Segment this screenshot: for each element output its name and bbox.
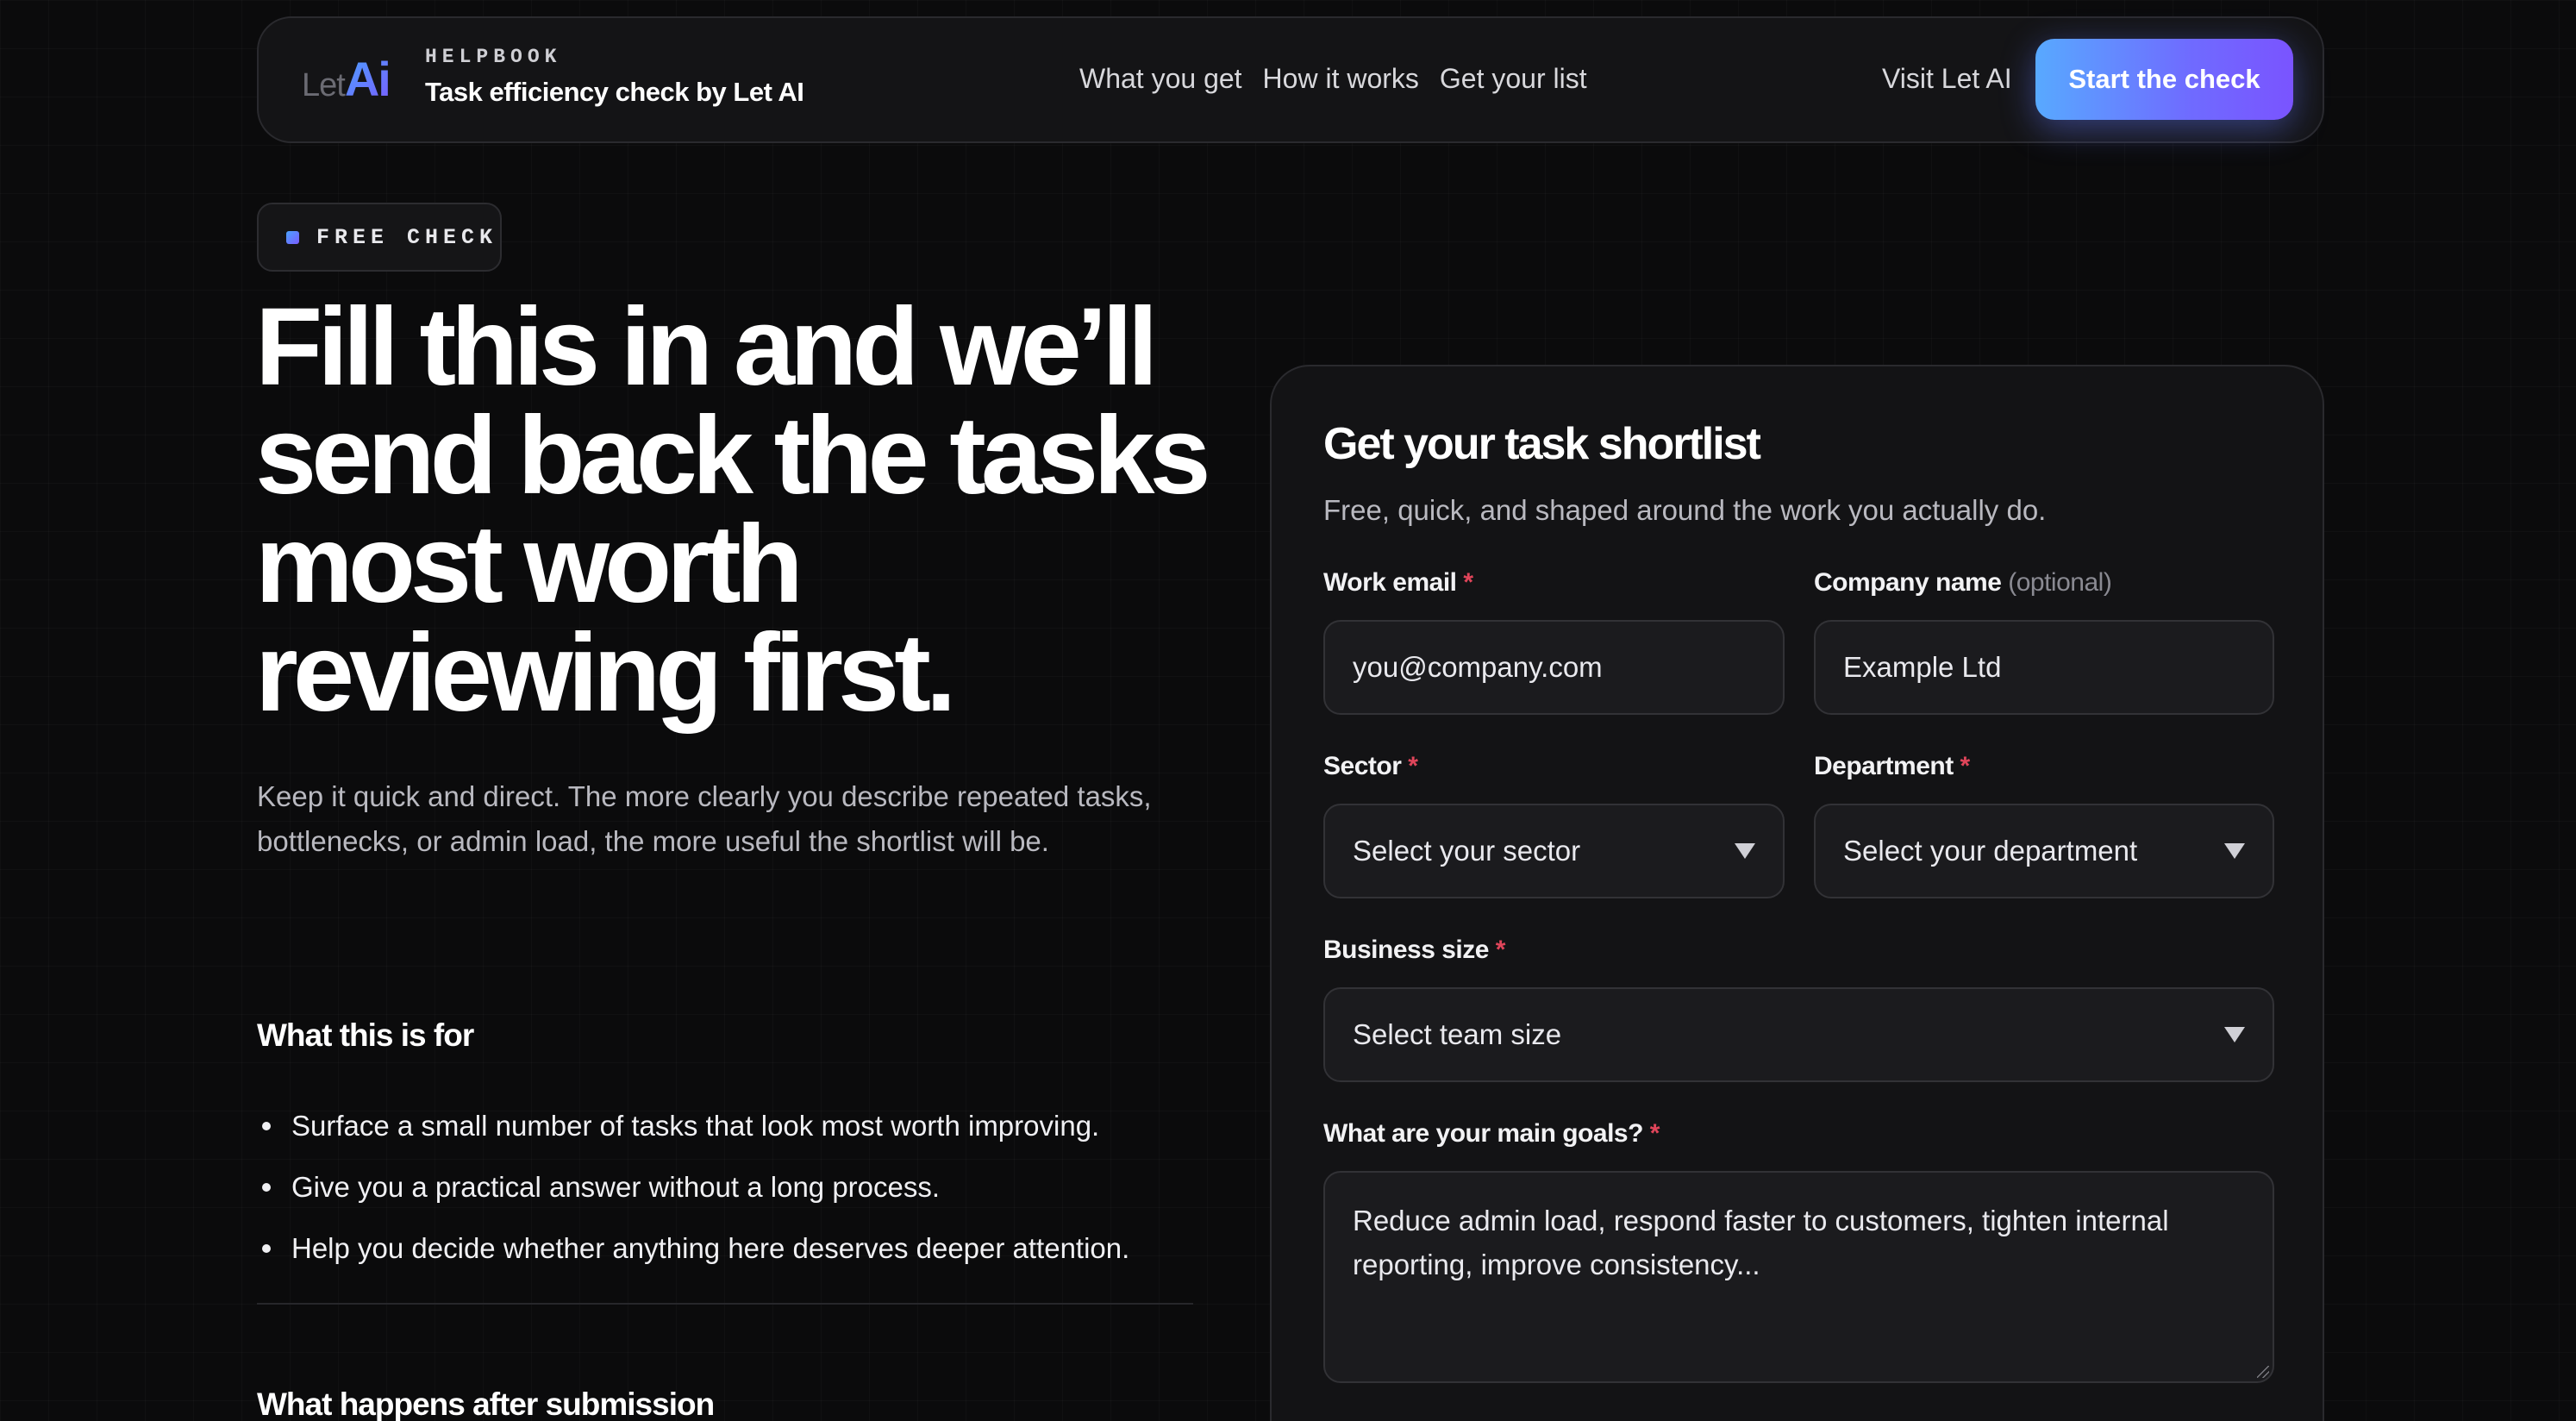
work-email-label: Work email *	[1323, 568, 1473, 598]
hero-subtitle: Keep it quick and direct. The more clear…	[257, 780, 1152, 857]
bullet-text: Help you decide whether anything here de…	[291, 1232, 1130, 1264]
shortlist-form-card: Get your task shortlist Free, quick, and…	[1270, 365, 2324, 1421]
company-name-label-text: Company name	[1814, 568, 2002, 597]
bullet-text: Surface a small number of tasks that loo…	[291, 1110, 1100, 1142]
main-goals-label: What are your main goals? *	[1323, 1119, 1660, 1149]
hero-title: Fill this in and we’ll send back the tas…	[255, 285, 1211, 735]
form-subtitle: Free, quick, and shaped around the work …	[1323, 494, 2047, 526]
department-label-text: Department	[1814, 752, 1954, 780]
let-ai-logo[interactable]: Let Ai	[302, 51, 391, 107]
list-item: Help you decide whether anything here de…	[257, 1218, 1129, 1279]
form-title: Get your task shortlist	[1323, 419, 1761, 469]
sector-label: Sector *	[1323, 752, 1418, 781]
logo-let-text: Let	[302, 67, 346, 103]
purpose-heading: What this is for	[257, 1017, 474, 1053]
bullet-text: Give you a practical answer without a lo…	[291, 1171, 941, 1203]
nav-link-how-it-works[interactable]: How it works	[1263, 63, 1419, 95]
logo-ai-text: Ai	[344, 52, 391, 106]
bullet-icon	[262, 1121, 271, 1130]
business-size-select[interactable]: Select team size	[1323, 987, 2274, 1082]
required-mark: *	[1649, 1119, 1660, 1148]
optional-hint: (optional)	[2008, 568, 2112, 597]
required-mark: *	[1495, 936, 1506, 964]
bullet-icon	[262, 1243, 271, 1253]
required-mark: *	[1408, 752, 1418, 780]
caret-down-icon	[2224, 1027, 2245, 1042]
top-nav: Let Ai HELPBOOK Task efficiency check by…	[257, 16, 2324, 143]
start-check-button[interactable]: Start the check	[2035, 39, 2293, 120]
badge-dot-icon	[286, 230, 299, 244]
department-select-value: Select your department	[1843, 835, 2138, 867]
main-goals-textarea[interactable]: Reduce admin load, respond faster to cus…	[1323, 1171, 2274, 1383]
sector-select-value: Select your sector	[1353, 835, 1581, 867]
work-email-label-text: Work email	[1323, 568, 1457, 597]
company-name-field[interactable]: Example Ltd	[1814, 620, 2274, 715]
nav-link-what-you-get[interactable]: What you get	[1079, 63, 1242, 95]
sector-select[interactable]: Select your sector	[1323, 804, 1785, 898]
resize-handle-icon[interactable]	[2257, 1366, 2269, 1378]
business-size-label-text: Business size	[1323, 936, 1489, 964]
business-size-label: Business size *	[1323, 936, 1505, 965]
bullet-icon	[262, 1182, 271, 1192]
company-name-label: Company name (optional)	[1814, 568, 2112, 598]
purpose-list: Surface a small number of tasks that loo…	[257, 1095, 1129, 1279]
required-mark: *	[1463, 568, 1473, 597]
department-label: Department *	[1814, 752, 1970, 781]
after-submission-heading: What happens after submission	[257, 1387, 715, 1421]
sector-label-text: Sector	[1323, 752, 1402, 780]
brand-title: Task efficiency check by Let AI	[425, 77, 804, 107]
department-select[interactable]: Select your department	[1814, 804, 2274, 898]
list-item: Surface a small number of tasks that loo…	[257, 1095, 1129, 1156]
business-size-select-value: Select team size	[1353, 1018, 1562, 1050]
section-divider	[257, 1303, 1193, 1305]
list-item: Give you a practical answer without a lo…	[257, 1156, 1129, 1218]
main-goals-label-text: What are your main goals?	[1323, 1119, 1643, 1148]
brand-eyebrow: HELPBOOK	[425, 46, 562, 68]
brand-block: HELPBOOK Task efficiency check by Let AI	[425, 46, 804, 108]
badge-label: FREE CHECK	[316, 224, 498, 250]
caret-down-icon	[1735, 843, 1755, 859]
required-mark: *	[1960, 752, 1971, 780]
visit-let-ai-link[interactable]: Visit Let AI	[1882, 63, 2012, 95]
main-goals-placeholder: Reduce admin load, respond faster to cus…	[1353, 1205, 2169, 1280]
nav-links: What you get How it works Get your list	[1079, 63, 1587, 95]
nav-link-get-your-list[interactable]: Get your list	[1440, 63, 1587, 95]
caret-down-icon	[2224, 843, 2245, 859]
free-check-badge: FREE CHECK	[257, 203, 502, 272]
work-email-field[interactable]: you@company.com	[1323, 620, 1785, 715]
